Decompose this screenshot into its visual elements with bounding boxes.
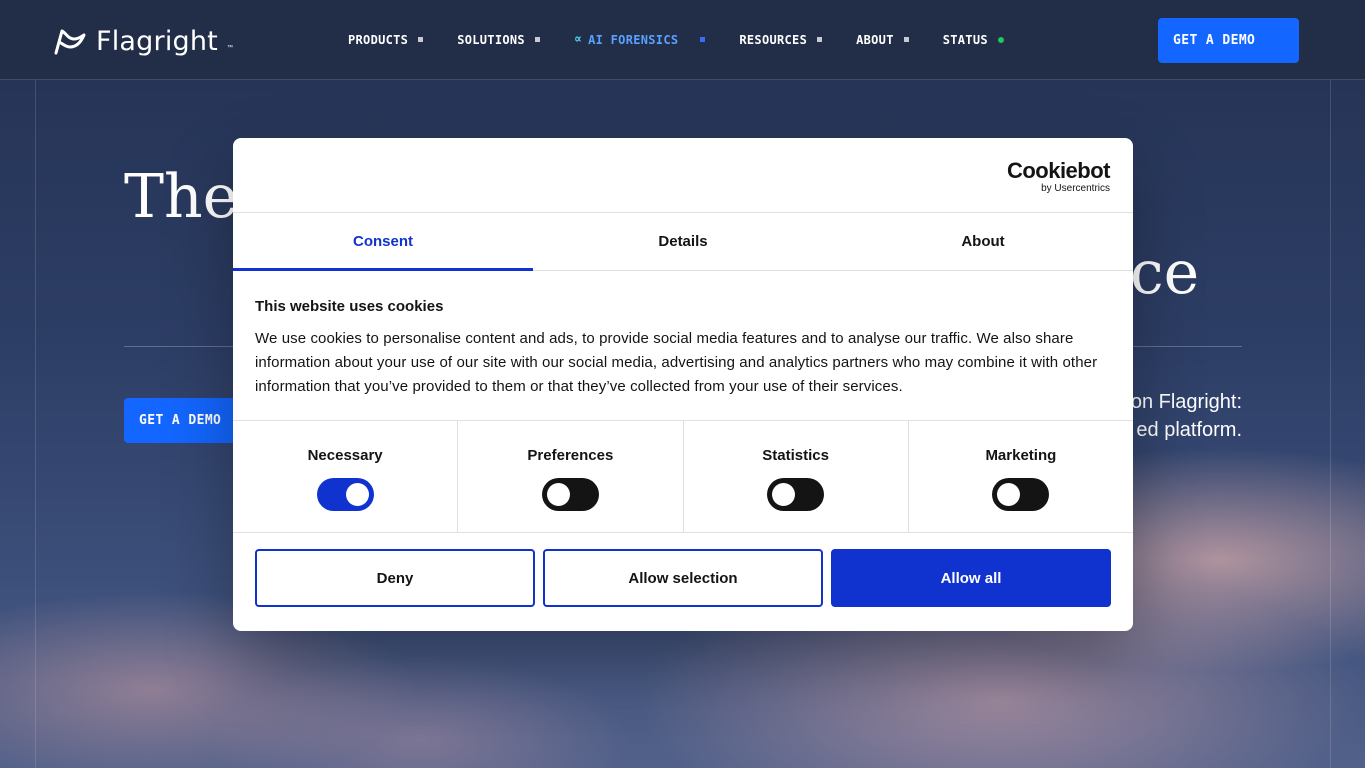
preferences-switch[interactable] (541, 478, 599, 511)
toggle-label: Preferences (527, 447, 614, 464)
tab-about[interactable]: About (833, 213, 1133, 270)
toggle-label: Statistics (762, 447, 829, 464)
consent-body: This website uses cookies We use cookies… (233, 271, 1133, 421)
tab-consent[interactable]: Consent (233, 213, 533, 271)
consent-actions: Deny Allow selection Allow all (233, 533, 1133, 607)
consent-tabs: Consent Details About (233, 213, 1133, 271)
allow-selection-button[interactable]: Allow selection (543, 549, 823, 607)
cookiebot-wordmark: Cookiebot (1006, 158, 1111, 183)
marketing-switch[interactable] (992, 478, 1050, 511)
allow-all-button[interactable]: Allow all (831, 549, 1111, 607)
tab-details[interactable]: Details (533, 213, 833, 270)
switch-knob (345, 483, 369, 506)
dialog-header: Cookiebot by Usercentrics (233, 138, 1133, 213)
toggle-marketing: Marketing (909, 421, 1133, 532)
necessary-switch[interactable] (316, 478, 374, 511)
cookiebot-subtitle: by Usercentrics (1041, 183, 1110, 194)
cookie-consent-dialog: Cookiebot by Usercentrics Consent Detail… (233, 138, 1133, 631)
switch-knob (772, 483, 796, 506)
toggle-statistics: Statistics (684, 421, 909, 532)
statistics-switch[interactable] (767, 478, 825, 511)
cookie-overlay: Cookiebot by Usercentrics Consent Detail… (0, 0, 1365, 768)
consent-description: We use cookies to personalise content an… (255, 330, 1098, 395)
consent-heading: This website uses cookies (255, 298, 444, 315)
toggle-preferences: Preferences (458, 421, 684, 532)
switch-knob (546, 483, 570, 506)
switch-knob (997, 483, 1021, 506)
deny-button[interactable]: Deny (255, 549, 535, 607)
consent-toggles: Necessary Preferences Statistics Marketi… (233, 421, 1133, 533)
toggle-label: Necessary (307, 447, 383, 464)
cookiebot-logo[interactable]: Cookiebot by Usercentrics (1006, 158, 1111, 195)
toggle-label: Marketing (985, 447, 1057, 464)
toggle-necessary: Necessary (233, 421, 459, 532)
